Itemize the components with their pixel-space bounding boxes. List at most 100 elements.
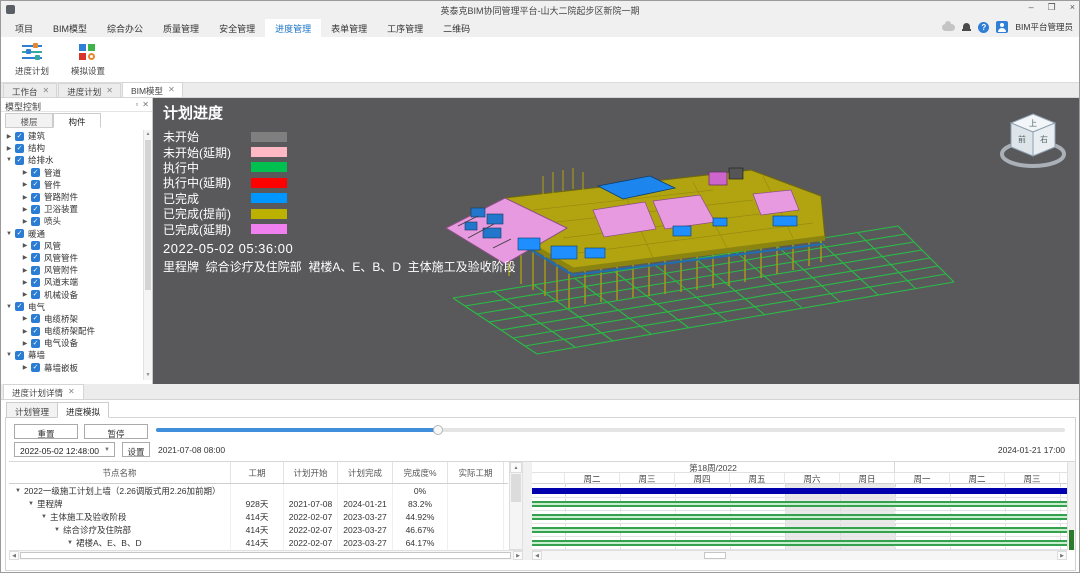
- collapse-icon[interactable]: ▼: [5, 157, 13, 163]
- collapse-icon[interactable]: ▼: [41, 514, 47, 520]
- collapse-icon[interactable]: ▼: [67, 540, 73, 546]
- schedule-plan-tool[interactable]: 进度计划: [5, 40, 59, 81]
- tree-item-15[interactable]: ▶✓电缆桥架: [1, 313, 143, 325]
- expand-icon[interactable]: ▶: [21, 169, 29, 176]
- scroll-right-icon[interactable]: ▶: [513, 551, 523, 560]
- doc-tab-bim-model[interactable]: BIM模型✕: [122, 82, 183, 97]
- tree-item-10[interactable]: ▶✓风管管件: [1, 252, 143, 264]
- tree-item-18[interactable]: ▼✓幕墙: [1, 349, 143, 361]
- tree-item-11[interactable]: ▶✓风管附件: [1, 264, 143, 276]
- collapse-icon[interactable]: ▼: [5, 352, 13, 358]
- column-header-5[interactable]: 实际工期: [448, 462, 504, 483]
- table-row[interactable]: ▼主体施工及验收阶段414天2022-02-072023-03-2744.92%: [9, 510, 508, 523]
- checkbox-checked[interactable]: ✓: [15, 156, 24, 165]
- close-tab-icon[interactable]: ✕: [168, 85, 175, 94]
- checkbox-checked[interactable]: ✓: [31, 253, 40, 262]
- slider-handle[interactable]: [433, 425, 443, 435]
- tree-item-2[interactable]: ▼✓给排水: [1, 154, 143, 166]
- doc-tab-workbench[interactable]: 工作台✕: [3, 83, 57, 97]
- checkbox-checked[interactable]: ✓: [31, 290, 40, 299]
- subtab-progress-simulation[interactable]: 进度模拟: [57, 402, 109, 418]
- checkbox-checked[interactable]: ✓: [31, 363, 40, 372]
- gantt-bar[interactable]: [532, 501, 1067, 507]
- checkbox-checked[interactable]: ✓: [15, 144, 24, 153]
- expand-icon[interactable]: ▶: [21, 315, 29, 322]
- gantt-hscrollbar[interactable]: ◀ ▶: [532, 550, 1067, 560]
- column-header-1[interactable]: 工期: [231, 462, 284, 483]
- close-tab-icon[interactable]: ✕: [106, 86, 113, 95]
- expand-icon[interactable]: ▶: [21, 267, 29, 274]
- close-button[interactable]: ×: [1070, 2, 1075, 13]
- checkbox-checked[interactable]: ✓: [15, 132, 24, 141]
- expand-icon[interactable]: ▶: [21, 242, 29, 249]
- doc-tab-schedule-plan[interactable]: 进度计划✕: [58, 83, 121, 97]
- expand-icon[interactable]: ▶: [21, 194, 29, 201]
- user-name[interactable]: BIM平台管理员: [1015, 21, 1073, 33]
- cube-face-front[interactable]: 前: [1018, 134, 1026, 144]
- expand-icon[interactable]: ▶: [21, 328, 29, 335]
- scroll-up-icon[interactable]: ▲: [144, 130, 152, 139]
- column-header-3[interactable]: 计划完成: [338, 462, 393, 483]
- expand-icon[interactable]: ▶: [21, 218, 29, 225]
- table-row[interactable]: ▼裙楼A、E、B、D414天2022-02-072023-03-2764.17%: [9, 536, 508, 549]
- checkbox-checked[interactable]: ✓: [15, 302, 24, 311]
- checkbox-checked[interactable]: ✓: [31, 193, 40, 202]
- time-slider[interactable]: [156, 428, 1065, 432]
- checkbox-checked[interactable]: ✓: [31, 314, 40, 323]
- menu-item-quality[interactable]: 质量管理: [153, 19, 209, 37]
- help-icon[interactable]: ?: [978, 22, 989, 33]
- menu-item-project[interactable]: 项目: [5, 19, 43, 37]
- view-cube[interactable]: 上 前 右: [997, 104, 1069, 176]
- tree-item-14[interactable]: ▼✓电气: [1, 301, 143, 313]
- checkbox-checked[interactable]: ✓: [31, 241, 40, 250]
- float-panel-icon[interactable]: ▫: [135, 100, 138, 109]
- menu-item-office[interactable]: 综合办公: [97, 19, 153, 37]
- tree-item-6[interactable]: ▶✓卫浴装置: [1, 203, 143, 215]
- column-header-0[interactable]: 节点名称: [9, 462, 231, 483]
- menu-item-safety[interactable]: 安全管理: [209, 19, 265, 37]
- collapse-icon[interactable]: ▼: [28, 501, 34, 507]
- gantt-bar[interactable]: [532, 514, 1067, 520]
- cube-face-top[interactable]: 上: [1029, 119, 1037, 128]
- column-header-2[interactable]: 计划开始: [284, 462, 338, 483]
- table-gantt-splitter[interactable]: [523, 462, 532, 560]
- checkbox-checked[interactable]: ✓: [31, 278, 40, 287]
- table-hscrollbar[interactable]: ◀ ▶: [9, 550, 523, 560]
- table-row[interactable]: ▼里程牌928天2021-07-082024-01-2183.2%: [9, 497, 508, 510]
- checkbox-checked[interactable]: ✓: [31, 217, 40, 226]
- gantt-bar[interactable]: [532, 488, 1067, 494]
- expand-icon[interactable]: ▶: [5, 145, 13, 152]
- tree-item-9[interactable]: ▶✓风管: [1, 240, 143, 252]
- expand-icon[interactable]: ▶: [21, 254, 29, 261]
- checkbox-checked[interactable]: ✓: [31, 205, 40, 214]
- expand-icon[interactable]: ▶: [21, 181, 29, 188]
- subtab-plan-manage[interactable]: 计划管理: [6, 402, 58, 418]
- menu-item-schedule[interactable]: 进度管理: [265, 19, 321, 37]
- tree-item-8[interactable]: ▼✓暖通: [1, 228, 143, 240]
- scroll-left-icon[interactable]: ◀: [532, 551, 542, 560]
- expand-icon[interactable]: ▶: [5, 133, 13, 140]
- checkbox-checked[interactable]: ✓: [31, 266, 40, 275]
- checkbox-checked[interactable]: ✓: [31, 168, 40, 177]
- collapse-icon[interactable]: ▼: [5, 304, 13, 310]
- checkbox-checked[interactable]: ✓: [31, 180, 40, 189]
- close-tab-icon[interactable]: ✕: [43, 86, 50, 95]
- expand-icon[interactable]: ▶: [21, 291, 29, 298]
- expand-icon[interactable]: ▶: [21, 364, 29, 371]
- expand-icon[interactable]: ▶: [21, 206, 29, 213]
- collapse-icon[interactable]: ▼: [15, 488, 21, 494]
- scroll-up-icon[interactable]: ▲: [510, 462, 522, 473]
- checkbox-checked[interactable]: ✓: [31, 339, 40, 348]
- maximize-button[interactable]: ❐: [1048, 2, 1056, 13]
- menu-item-process[interactable]: 工序管理: [377, 19, 433, 37]
- minimize-button[interactable]: –: [1029, 2, 1034, 13]
- collapse-icon[interactable]: ▼: [5, 231, 13, 237]
- menu-item-form[interactable]: 表单管理: [321, 19, 377, 37]
- bell-icon[interactable]: [962, 23, 971, 32]
- tree-item-19[interactable]: ▶✓幕墙嵌板: [1, 362, 143, 374]
- menu-item-qrcode[interactable]: 二维码: [433, 19, 480, 37]
- tree-item-5[interactable]: ▶✓管路附件: [1, 191, 143, 203]
- gantt-bar[interactable]: [532, 540, 1067, 546]
- cube-face-right[interactable]: 右: [1040, 134, 1048, 144]
- tab-schedule-detail[interactable]: 进度计划详情 ✕: [3, 384, 84, 399]
